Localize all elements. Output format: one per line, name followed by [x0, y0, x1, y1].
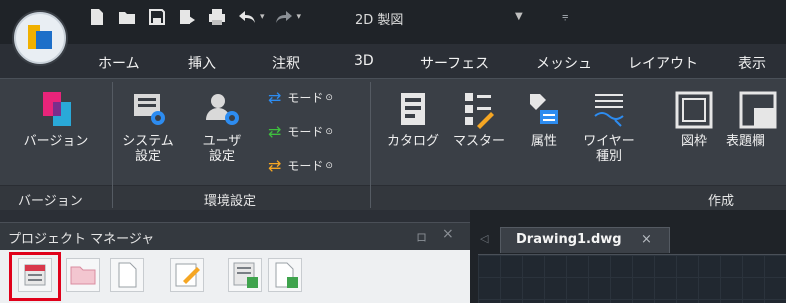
- blank-document-icon: [118, 262, 137, 288]
- pin-icon[interactable]: ロ: [416, 229, 427, 245]
- edit-icon: [175, 263, 200, 287]
- master-button[interactable]: マスター: [446, 90, 512, 149]
- print-icon[interactable]: [208, 8, 226, 26]
- open-project-button[interactable]: [66, 258, 100, 292]
- tab-scroll-left-icon[interactable]: ◁: [480, 232, 488, 245]
- mode-toggle-3[interactable]: ⇄ モード ⊙: [268, 156, 333, 175]
- tab-mesh[interactable]: メッシュ: [536, 53, 592, 73]
- user-settings-label: ユーザ 設定: [202, 134, 242, 164]
- open-folder-icon: [70, 266, 96, 285]
- selection-highlight: [9, 252, 61, 301]
- app-window: ▾ ▾ 2D 製図 ▼ ⩦ ホーム 挿入 注釈 3D サーフェス メッシュ レイ…: [0, 0, 786, 303]
- panel-separator: [370, 82, 371, 208]
- project-manager-header: プロジェクト マネージャ ロ ×: [0, 222, 470, 250]
- tab-home[interactable]: ホーム: [98, 53, 140, 73]
- import-document-button[interactable]: [268, 258, 302, 292]
- panel-label-env: 環境設定: [204, 194, 257, 209]
- panel-label-create: 作成: [708, 194, 735, 209]
- catalog-button[interactable]: カタログ: [380, 90, 446, 149]
- export-icon: [233, 262, 258, 288]
- save-as-icon[interactable]: [178, 8, 196, 26]
- wire-type-icon: [594, 94, 624, 127]
- drawing-canvas[interactable]: [478, 254, 786, 303]
- edit-project-button[interactable]: [170, 258, 204, 292]
- system-settings-label: システム 設定: [122, 134, 174, 164]
- title-block-label: 表題欄: [726, 134, 766, 149]
- drawing-frame-icon: [675, 91, 713, 129]
- attribute-icon: [530, 94, 558, 124]
- attribute-label: 属性: [530, 134, 557, 149]
- title-block-icon: [739, 91, 777, 129]
- workspace-selector[interactable]: 2D 製図: [355, 9, 403, 28]
- catalog-icon: [401, 93, 425, 125]
- title-bar: ▾ ▾ 2D 製図 ▼ ⩦: [0, 0, 786, 44]
- panel-label-version: バージョン: [18, 194, 83, 209]
- tab-layout[interactable]: レイアウト: [628, 53, 698, 73]
- mode-toggle-2[interactable]: ⇄ モード ⊙: [268, 122, 333, 141]
- application-menu-button[interactable]: [14, 12, 66, 64]
- project-manager-toolbar: [0, 250, 470, 303]
- drawing-frame-label: 図枠: [680, 134, 707, 149]
- mode-toggle-1[interactable]: ⇄ モード ⊙: [268, 88, 333, 107]
- user-settings-button[interactable]: ユーザ 設定: [192, 90, 252, 164]
- version-icon: [43, 92, 71, 126]
- title-block-button[interactable]: 表題欄: [726, 90, 786, 149]
- document-tab-name: Drawing1.dwg: [516, 232, 622, 247]
- quick-access-toolbar: ▾ ▾: [88, 4, 301, 30]
- import-icon: [275, 262, 298, 288]
- system-settings-icon: [134, 94, 165, 125]
- master-icon: [465, 93, 494, 129]
- tab-view[interactable]: 表示: [738, 53, 766, 73]
- ribbon-panel-labels: バージョン 環境設定 作成: [0, 185, 786, 210]
- ribbon-tabs: ホーム 挿入 注釈 3D サーフェス メッシュ レイアウト 表示: [0, 44, 786, 78]
- version-label: バージョン: [23, 134, 89, 149]
- customize-toolbar-icon[interactable]: ⩦: [562, 9, 568, 23]
- catalog-label: カタログ: [386, 134, 439, 149]
- tab-3d[interactable]: 3D: [354, 53, 374, 69]
- user-settings-icon: [206, 94, 239, 125]
- export-project-button[interactable]: [228, 258, 262, 292]
- new-document-button[interactable]: [110, 258, 144, 292]
- attribute-button[interactable]: 属性: [516, 90, 572, 149]
- wire-type-label: ワイヤー 種別: [583, 134, 635, 164]
- open-folder-icon[interactable]: [118, 8, 136, 26]
- workspace-dropdown-icon[interactable]: ▼: [515, 11, 523, 22]
- sync-icon: ⇄: [268, 88, 282, 107]
- sync-icon: ⇄: [268, 122, 282, 141]
- master-label: マスター: [452, 134, 505, 149]
- new-file-icon[interactable]: [88, 8, 106, 26]
- drawing-frame-button[interactable]: 図枠: [666, 90, 722, 149]
- close-icon[interactable]: ×: [442, 226, 454, 242]
- tab-surface[interactable]: サーフェス: [420, 53, 489, 73]
- project-manager-title: プロジェクト マネージャ: [8, 232, 155, 247]
- version-button[interactable]: バージョン: [10, 90, 102, 149]
- tab-annotate[interactable]: 注釈: [272, 53, 300, 73]
- panel-separator: [112, 82, 113, 208]
- undo-icon[interactable]: [238, 8, 256, 26]
- close-icon[interactable]: ×: [641, 232, 652, 247]
- save-icon[interactable]: [148, 8, 166, 26]
- wire-type-button[interactable]: ワイヤー 種別: [578, 90, 640, 164]
- system-settings-button[interactable]: システム 設定: [118, 90, 178, 164]
- tab-insert[interactable]: 挿入: [188, 53, 216, 73]
- redo-dropdown-icon[interactable]: ▾: [297, 12, 302, 22]
- document-tab[interactable]: Drawing1.dwg ×: [500, 227, 670, 253]
- sync-icon: ⇄: [268, 156, 282, 175]
- redo-icon[interactable]: [275, 8, 293, 26]
- undo-dropdown-icon[interactable]: ▾: [260, 12, 265, 22]
